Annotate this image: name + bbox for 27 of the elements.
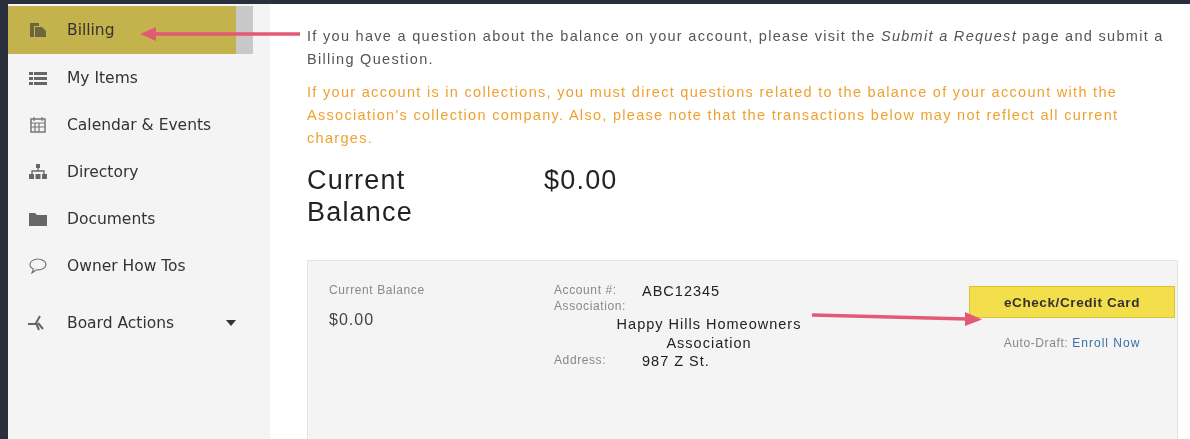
- sidebar-item[interactable]: Calendar & Events: [8, 101, 270, 148]
- sidebar-item[interactable]: My Items: [8, 54, 270, 101]
- balance-label: Current Balance: [329, 283, 426, 297]
- speech-bubble-icon: [28, 257, 48, 274]
- documents-icon: [28, 22, 48, 38]
- field-value: 987 Z St.: [642, 353, 710, 369]
- auto-draft-label: Auto-Draft:: [1003, 336, 1069, 350]
- field-value: ABC12345: [642, 283, 721, 299]
- field-label: Address:: [554, 353, 608, 369]
- enroll-link[interactable]: Enroll Now: [1072, 336, 1141, 350]
- folder-icon: [28, 211, 48, 226]
- balance-amount: $0.00: [544, 164, 618, 197]
- calendar-icon: [28, 116, 48, 133]
- payment-button[interactable]: eCheck/Credit Card: [969, 286, 1175, 318]
- sidebar-item[interactable]: Documents: [8, 195, 270, 242]
- balance-value: $0.00: [329, 311, 376, 329]
- sidebar-item[interactable]: Owner How Tos: [8, 242, 270, 289]
- field-label: Account #:: [554, 283, 618, 299]
- sitemap-icon: [28, 164, 48, 179]
- field-value: Happy Hills Homeowners Association: [615, 315, 803, 353]
- balance-heading: Current Balance: [307, 164, 414, 228]
- sidebar-item[interactable]: Board Actions: [8, 299, 270, 346]
- collections-warning: If your account is in collections, you must direct questions related to the balance of your account with the Association's collection company. Also, please note that the transactions below may not reflect all current charges.: [307, 83, 1120, 148]
- sidebar-item[interactable]: Directory: [8, 148, 270, 195]
- list-icon: [28, 70, 48, 85]
- billing-notice: If you have a question about the balance on your account, please visit the Submit a Request page and submit a Billing Question.: [307, 27, 1165, 69]
- field-label: Association:: [554, 299, 627, 313]
